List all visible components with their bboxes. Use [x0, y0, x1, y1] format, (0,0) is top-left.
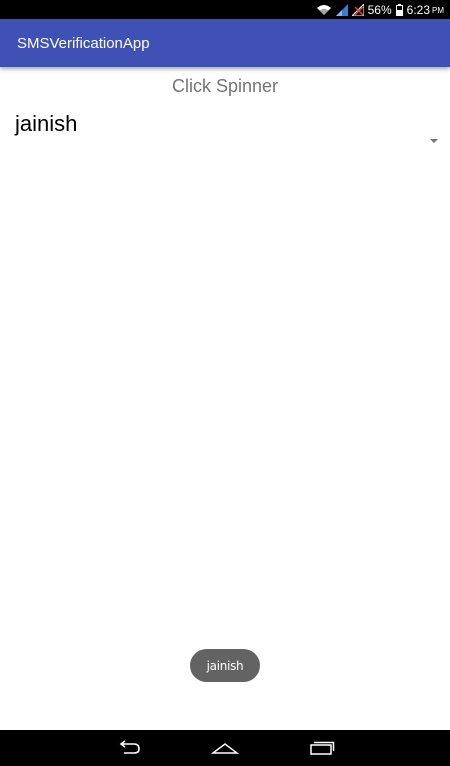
- back-icon: [119, 740, 140, 754]
- spinner-selected-value: jainish: [15, 111, 78, 136]
- app-title: SMSVerificationApp: [17, 34, 150, 52]
- signal-icon: [335, 3, 348, 16]
- no-signal-icon: [351, 3, 364, 16]
- app-bar: SMSVerificationApp: [0, 19, 450, 67]
- toast-message: jainish: [190, 649, 260, 682]
- recents-button[interactable]: [292, 730, 352, 766]
- app-screen: 56% 6:23 PM SMSVerificationApp Click Spi…: [0, 0, 450, 766]
- spinner-dropdown[interactable]: jainish: [0, 108, 450, 152]
- recents-icon: [310, 741, 335, 755]
- back-button[interactable]: [99, 730, 159, 766]
- click-spinner-label: Click Spinner: [171, 76, 279, 96]
- home-icon: [211, 743, 239, 754]
- dropdown-arrow-icon: [430, 139, 438, 143]
- status-bar: 56% 6:23 PM: [0, 0, 450, 19]
- battery-percent: 56%: [367, 2, 392, 17]
- home-button[interactable]: [195, 730, 255, 766]
- clock: 6:23 PM: [407, 3, 444, 17]
- battery-icon: [395, 3, 403, 16]
- navigation-bar: [0, 730, 450, 766]
- clock-ampm: PM: [432, 6, 444, 15]
- wifi-icon: [316, 4, 332, 16]
- clock-time: 6:23: [406, 2, 430, 17]
